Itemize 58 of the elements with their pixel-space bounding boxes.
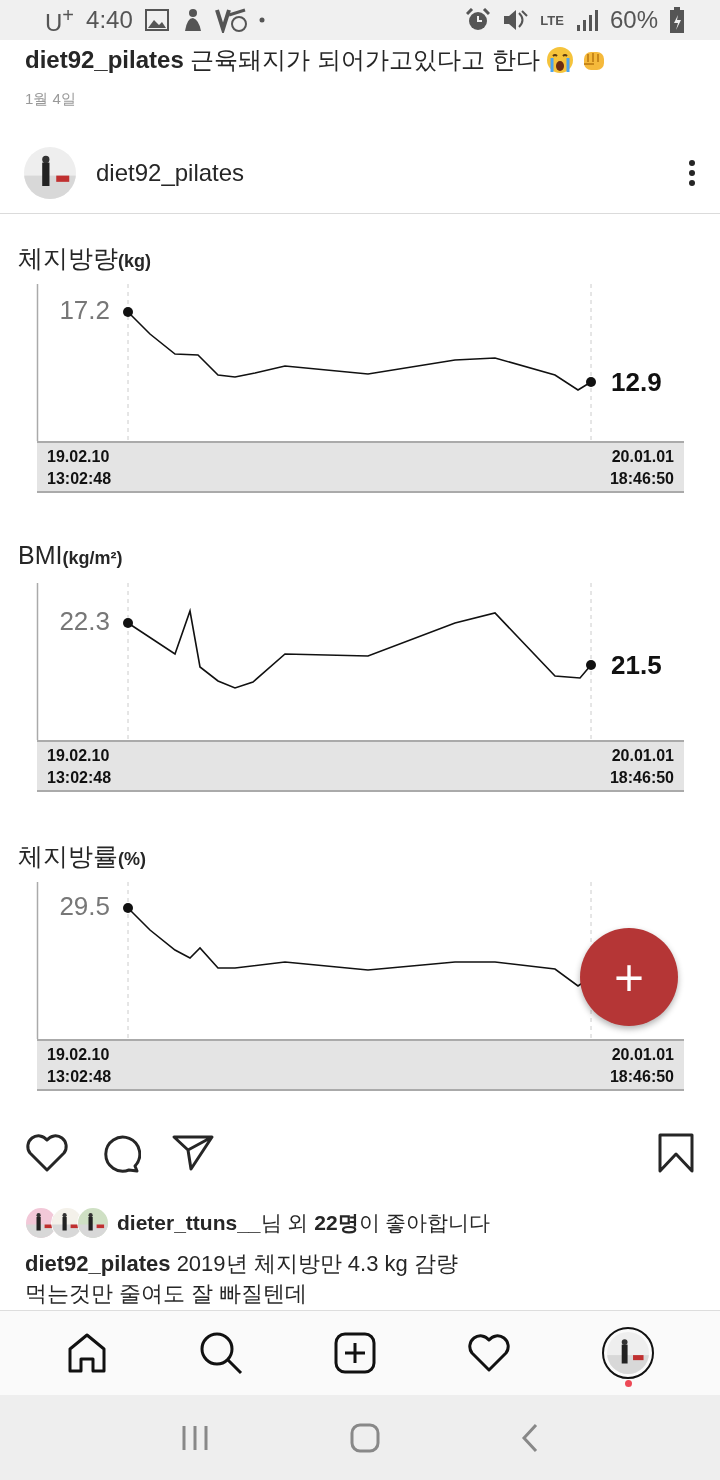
add-button[interactable]: +: [580, 928, 678, 1026]
chart-title: 체지방량: [18, 243, 118, 274]
end-time: 18:46:50: [609, 469, 674, 489]
start-value: 17.2: [59, 295, 110, 325]
end-point: [586, 660, 596, 670]
search-icon[interactable]: [198, 1331, 243, 1375]
caption-text: diet92_pilates 근육돼지가 되어가고있다고 한다: [25, 45, 540, 75]
battery-icon: [670, 7, 684, 33]
end-value: 12.9: [611, 367, 662, 397]
username[interactable]: diet92_pilates: [96, 159, 668, 187]
unit-label: (kg): [118, 251, 151, 272]
add-post-icon[interactable]: [333, 1332, 376, 1374]
likes-text: dieter_ttuns__님 외 22명이 좋아합니다: [117, 1210, 491, 1236]
home-button-icon[interactable]: [350, 1422, 380, 1453]
start-point: [123, 903, 133, 913]
start-time: 13:02:48: [47, 1067, 113, 1087]
network-label: LTE: [540, 12, 564, 28]
caption-text: diet92_pilates 2019년 체지방만 4.3 kg 감량: [25, 1250, 459, 1278]
unit-label: (%): [118, 849, 146, 870]
more-options-icon[interactable]: [688, 159, 696, 187]
dot-icon: [258, 17, 265, 23]
caption-text: 먹는것만 줄여도 잘 빠질텐데: [25, 1280, 309, 1308]
start-point: [123, 307, 133, 317]
start-value: 22.3: [59, 606, 110, 636]
start-date: 19.02.10: [47, 746, 111, 766]
start-date: 19.02.10: [47, 447, 111, 467]
chart-title: BMI: [18, 541, 63, 570]
image-icon: [144, 9, 169, 31]
end-date: 20.01.01: [610, 1045, 674, 1065]
battery-percent: 60%: [609, 6, 658, 34]
end-date: 20.01.01: [610, 447, 674, 467]
bookmark-icon[interactable]: [657, 1132, 695, 1174]
start-date: 19.02.10: [47, 1045, 111, 1065]
carrier: U$^{+}$: [45, 3, 75, 37]
clock: 4:40: [86, 6, 133, 34]
heart-icon[interactable]: [467, 1333, 512, 1373]
recent-apps-icon[interactable]: [180, 1424, 209, 1451]
end-time: 18:46:50: [609, 1067, 674, 1087]
end-date: 20.01.01: [610, 746, 674, 766]
heart-icon[interactable]: [25, 1133, 69, 1173]
end-value: 21.5: [611, 650, 662, 680]
chart-title: 체지방률: [18, 841, 118, 872]
crying-emoji-icon: [545, 46, 574, 74]
signal-icon: [575, 9, 598, 31]
mute-icon: [502, 8, 529, 32]
v-icon: [214, 7, 247, 33]
start-value: 29.5: [59, 891, 110, 921]
post-date: 1월 4일: [24, 89, 77, 109]
unit-label: (kg/m²): [62, 548, 123, 569]
alarm-icon: [466, 8, 491, 32]
back-icon[interactable]: [521, 1422, 540, 1453]
send-icon[interactable]: [171, 1133, 215, 1173]
start-time: 13:02:48: [47, 768, 113, 788]
end-point: [586, 377, 596, 387]
end-time: 18:46:50: [609, 768, 674, 788]
start-time: 13:02:48: [47, 469, 113, 489]
start-point: [123, 618, 133, 628]
notification-dot: [625, 1380, 633, 1387]
